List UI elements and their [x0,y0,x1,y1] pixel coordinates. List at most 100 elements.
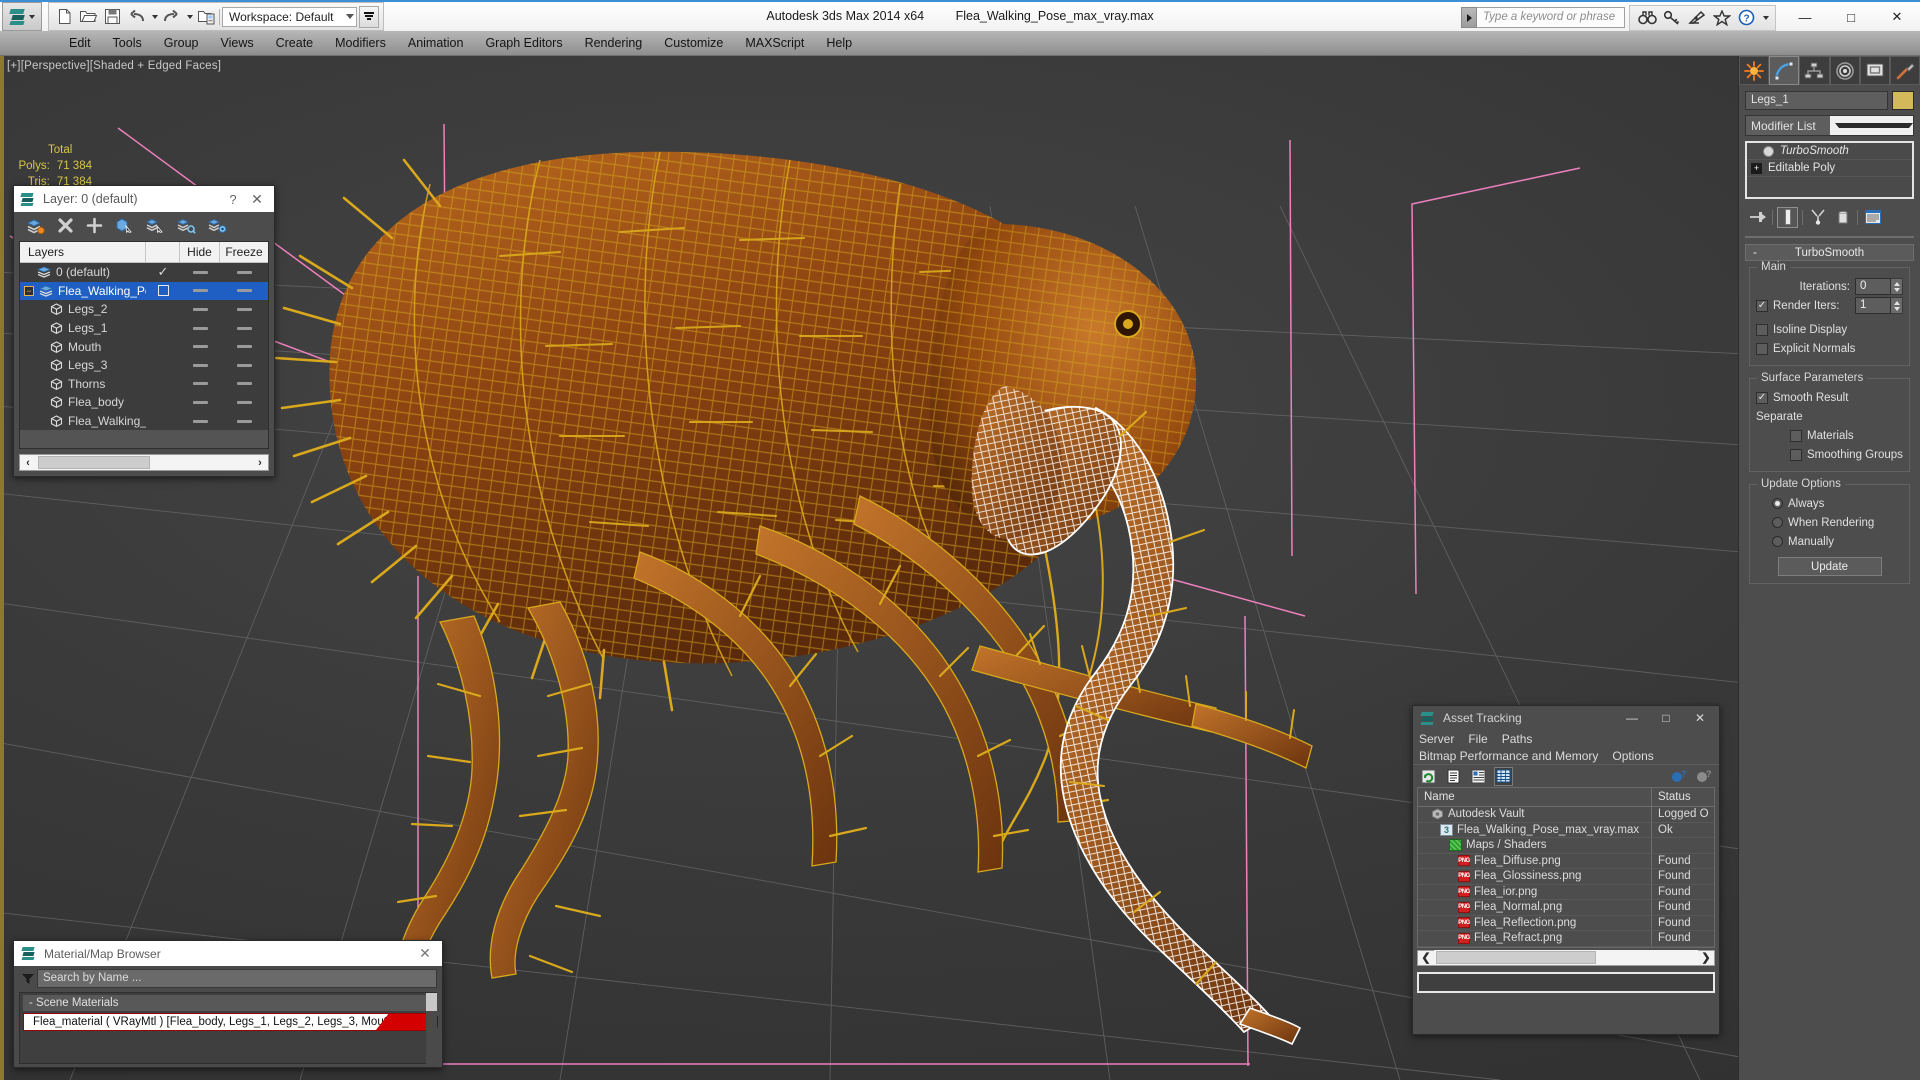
scroll-right-icon[interactable]: › [252,455,268,470]
minimize-button[interactable]: — [1782,2,1828,32]
layer-hide-cell[interactable] [180,400,220,404]
asset-row[interactable]: Maps / Shaders [1418,838,1714,854]
layer-hide-cell[interactable] [180,307,220,311]
smooth-result-checkbox[interactable] [1756,391,1768,404]
asset-menu-server[interactable]: Server [1419,732,1462,746]
layer-hide-cell[interactable] [180,345,220,349]
update-button[interactable]: Update [1777,557,1882,576]
update-when-rendering-radio[interactable] [1772,517,1783,528]
asset-row[interactable]: PNG Flea_Reflection.png Found [1418,915,1714,931]
create-tab-icon[interactable] [1739,56,1770,85]
layer-row[interactable]: Legs_2 [20,300,268,319]
asset-row[interactable]: 3 Flea_Walking_Pose_max_vray.max Ok [1418,822,1714,838]
scene-materials-group[interactable]: - Scene Materials [23,995,433,1011]
asset-menu-bitmap-performance-and-memory[interactable]: Bitmap Performance and Memory [1419,749,1606,763]
filter-funnel-icon[interactable] [19,973,37,985]
light-bulb-icon[interactable] [1763,145,1774,157]
new-file-icon[interactable] [53,6,75,28]
asset-menu-paths[interactable]: Paths [1502,732,1541,746]
scroll-track[interactable] [36,455,252,471]
asset-maximize-button[interactable]: □ [1649,707,1683,729]
render-iters-spinner[interactable]: 1 [1855,297,1903,314]
asset-row[interactable]: PNG Flea_Refract.png Found [1418,931,1714,947]
add-selection-to-layer-icon[interactable] [86,217,103,237]
update-manually-radio[interactable] [1772,536,1783,547]
material-map-browser-dialog[interactable]: Material/Map Browser ✕ Search by Name ..… [13,940,443,1068]
satellite-dish-icon[interactable] [1686,7,1708,29]
modifier-stack[interactable]: TurboSmooth + Editable Poly [1745,141,1914,199]
menu-item-edit[interactable]: Edit [58,33,102,53]
layer-dialog-titlebar[interactable]: Layer: 0 (default) ? ✕ [14,186,274,212]
rollout-collapse-icon[interactable]: - [1746,247,1764,259]
search-dropdown-button[interactable] [1461,7,1477,28]
pin-stack-icon[interactable] [1747,207,1768,228]
help-gray-icon[interactable]: ? [1694,767,1713,786]
spinner-arrows-icon[interactable] [1891,297,1903,314]
layer-row[interactable]: 0 (default) ✓ [20,263,268,282]
menu-item-customize[interactable]: Customize [653,33,734,53]
undo-dropdown-icon[interactable] [149,6,158,28]
asset-horizontal-scrollbar[interactable]: ❮ ❯ [1417,949,1715,966]
help-dropdown-icon[interactable] [1763,15,1769,20]
menu-item-help[interactable]: Help [815,33,863,53]
application-menu-button[interactable] [2,2,42,31]
open-file-icon[interactable] [77,6,99,28]
layer-row[interactable]: Legs_3 [20,356,268,375]
rollout-header[interactable]: - TurboSmooth [1745,244,1914,261]
smoothing-groups-checkbox[interactable] [1790,448,1802,461]
object-color-swatch[interactable] [1892,91,1914,110]
layer-row[interactable]: Legs_1 [20,319,268,338]
redo-icon[interactable] [160,6,182,28]
layer-hide-cell[interactable] [180,270,220,274]
layer-row[interactable]: Flea_Walking_Pose [20,412,268,431]
layer-current-cell[interactable]: ✓ [146,264,180,280]
layer-freeze-cell[interactable] [220,326,268,330]
help-icon[interactable]: ? [1736,7,1758,29]
object-name-field[interactable]: Legs_1 [1745,91,1888,110]
scroll-left-icon[interactable]: ❮ [1418,950,1434,965]
render-iters-checkbox[interactable] [1756,299,1768,312]
modifier-list-dropdown[interactable]: Modifier List [1745,115,1914,136]
iterations-spinner[interactable]: 0 [1855,278,1903,295]
select-highlighted-objects-icon[interactable] [145,217,165,237]
asset-tracking-titlebar[interactable]: Asset Tracking — □ ✕ [1413,706,1719,730]
workspace-selector[interactable]: Workspace: Default [222,6,357,27]
layer-freeze-cell[interactable] [220,400,268,404]
layer-hide-cell[interactable] [180,326,220,330]
motion-tab-icon[interactable] [1829,56,1860,85]
help-blue-icon[interactable]: ? [1669,767,1688,786]
expand-plus-icon[interactable]: + [1751,162,1762,174]
scroll-right-icon[interactable]: ❯ [1698,950,1714,965]
remove-modifier-icon[interactable] [1832,207,1853,228]
chevron-down-icon[interactable] [1829,116,1913,135]
menu-item-tools[interactable]: Tools [102,33,153,53]
utilities-tab-icon[interactable] [1889,56,1920,85]
binoculars-icon[interactable] [1636,7,1658,29]
material-list-item[interactable]: Flea_material ( VRayMtl ) [Flea_body, Le… [23,1013,438,1031]
layer-current-cell[interactable] [146,285,180,297]
render-iters-value[interactable]: 1 [1855,297,1891,314]
hierarchy-tab-icon[interactable] [1799,56,1830,85]
layer-freeze-cell[interactable] [220,307,268,311]
materials-checkbox[interactable] [1790,429,1802,442]
asset-menu-options[interactable]: Options [1612,749,1661,763]
explicit-normals-checkbox[interactable] [1756,342,1768,355]
display-tab-icon[interactable] [1859,56,1890,85]
highlight-selected-objects-icon[interactable] [176,217,196,237]
material-list[interactable]: - Scene Materials Flea_material ( VRayMt… [19,992,438,1065]
workspace-dropdown-button[interactable] [358,5,379,28]
delete-layer-icon[interactable] [57,217,74,237]
asset-row[interactable]: Autodesk Vault Logged O [1418,807,1714,823]
modifier-stack-item-editable-poly[interactable]: + Editable Poly [1747,160,1912,177]
layer-hide-cell[interactable] [180,289,220,293]
asset-close-button[interactable]: ✕ [1683,707,1717,729]
refresh-icon[interactable] [1419,767,1438,786]
close-button[interactable]: ✕ [1874,2,1920,32]
collapse-expander-icon[interactable]: − [24,285,34,296]
layer-help-button[interactable]: ? [222,192,244,207]
asset-menu-file[interactable]: File [1468,732,1495,746]
layer-hide-cell[interactable] [180,382,220,386]
isoline-display-checkbox[interactable] [1756,323,1768,336]
search-input[interactable]: Type a keyword or phrase [1477,7,1625,28]
set-project-folder-icon[interactable] [195,6,217,28]
